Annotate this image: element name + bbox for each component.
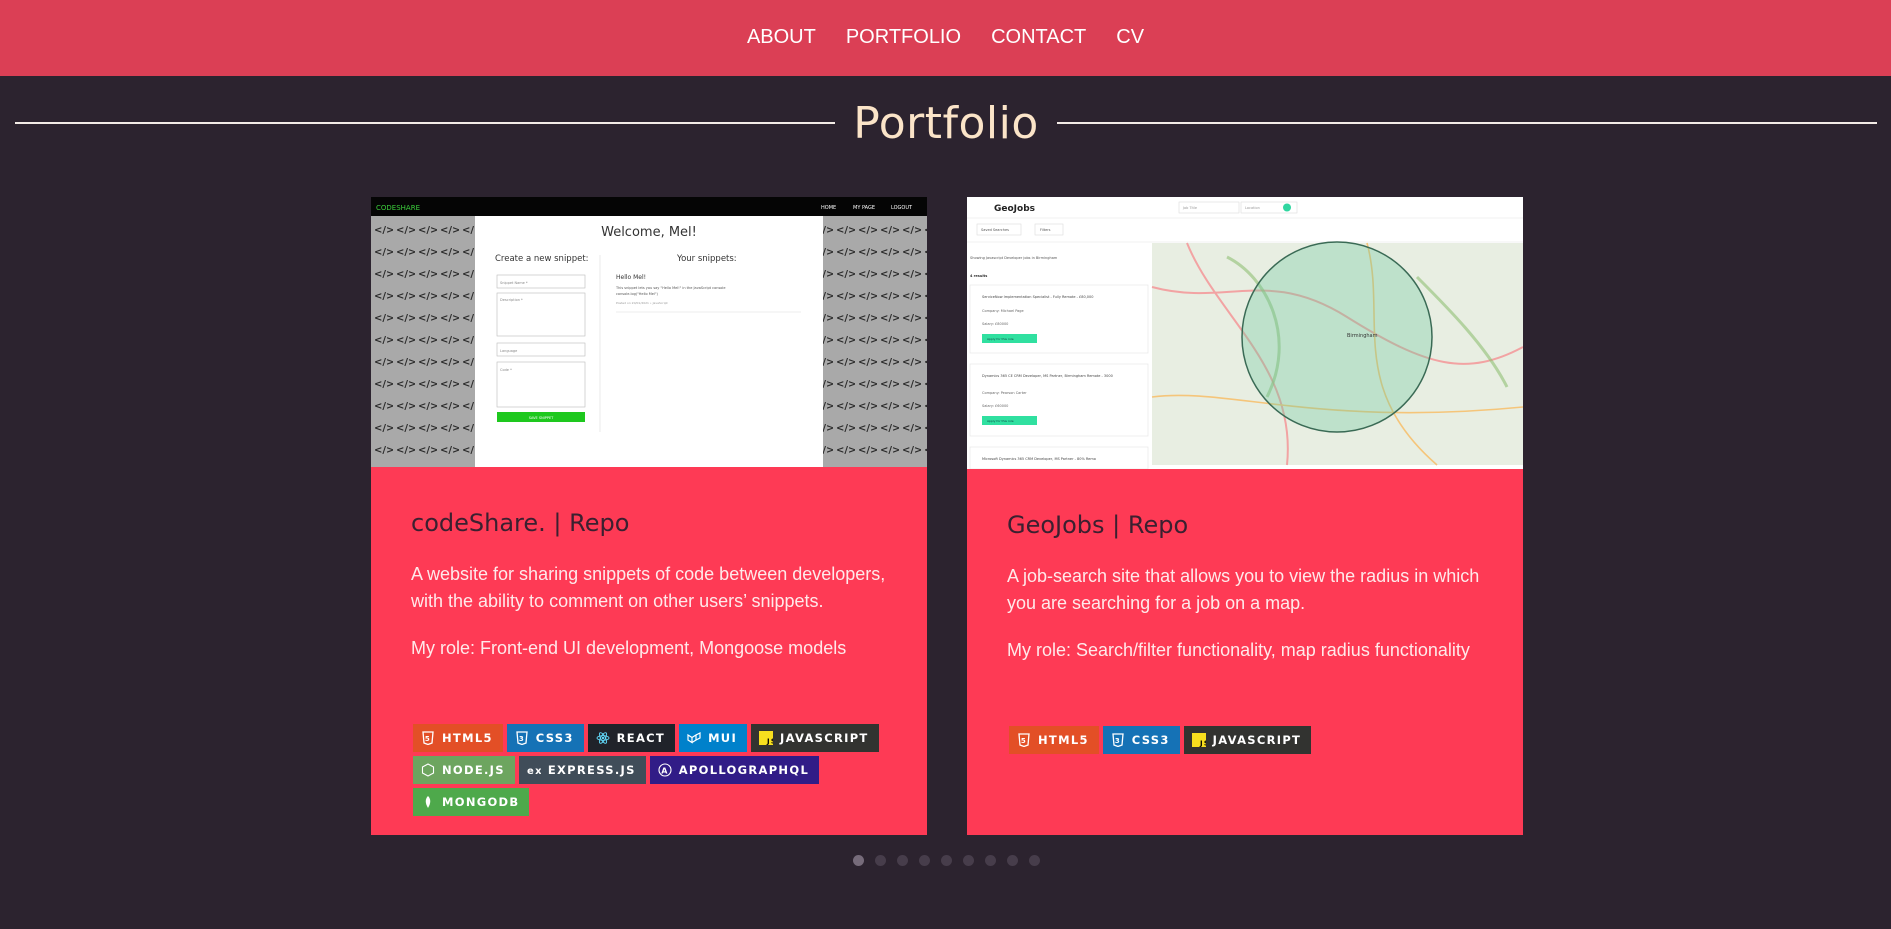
svg-text:Description *: Description * bbox=[500, 298, 523, 302]
project-title[interactable]: codeShare. | Repo bbox=[411, 509, 897, 537]
svg-text:Company: Pearson Carter: Company: Pearson Carter bbox=[982, 391, 1027, 395]
svg-text:Create a new snippet:: Create a new snippet: bbox=[495, 254, 589, 264]
svg-text:Your snippets:: Your snippets: bbox=[676, 254, 737, 264]
carousel-dot-8[interactable] bbox=[1007, 855, 1018, 866]
svg-text:Job Title: Job Title bbox=[1182, 206, 1197, 210]
nav-link-about[interactable]: ABOUT bbox=[747, 26, 816, 49]
svg-text:GeoJobs: GeoJobs bbox=[994, 204, 1035, 214]
nodejs-icon bbox=[421, 763, 435, 777]
badge-css3: 3 CSS3 bbox=[1102, 726, 1180, 754]
svg-text:A: A bbox=[661, 767, 669, 776]
svg-text:Apply for this role: Apply for this role bbox=[987, 419, 1014, 423]
javascript-icon: JS bbox=[1191, 733, 1209, 748]
svg-text:ex: ex bbox=[527, 766, 541, 777]
svg-text:This snippet lets you say "Hel: This snippet lets you say "Hello Mel!" i… bbox=[615, 286, 726, 290]
svg-text:Birmingham: Birmingham bbox=[1347, 333, 1378, 339]
badge-react: REACT bbox=[587, 724, 676, 752]
svg-text:Apply for this role: Apply for this role bbox=[987, 337, 1014, 341]
cs-brand: CODESHARE bbox=[376, 204, 420, 212]
svg-text:Showing Javascript Developer j: Showing Javascript Developer jobs in Bir… bbox=[970, 256, 1058, 260]
project-card-body: codeShare. | Repo A website for sharing … bbox=[411, 509, 897, 662]
project-role: My role: Front-end UI development, Mongo… bbox=[411, 638, 847, 658]
top-navbar: ABOUT PORTFOLIO CONTACT CV bbox=[0, 0, 1891, 76]
carousel-dot-3[interactable] bbox=[897, 855, 908, 866]
svg-text:Filters: Filters bbox=[1040, 228, 1051, 232]
project-title[interactable]: GeoJobs | Repo bbox=[1007, 511, 1493, 539]
carousel-dot-7[interactable] bbox=[985, 855, 996, 866]
svg-text:MY PAGE: MY PAGE bbox=[853, 205, 875, 211]
svg-text:Code *: Code * bbox=[500, 368, 512, 372]
tech-badges: 5 HTML5 3 CSS3 JS JAVASCRIPT bbox=[1009, 726, 1499, 754]
apollo-icon: A bbox=[658, 763, 672, 777]
javascript-icon: JS bbox=[759, 731, 776, 746]
carousel-dot-6[interactable] bbox=[963, 855, 974, 866]
html5-icon: 5 bbox=[421, 731, 435, 746]
project-card-codeshare: </> CODESHARE HOME MY PAGE LOGOUT Welcom… bbox=[371, 197, 927, 835]
svg-text:Salary: £80000: Salary: £80000 bbox=[982, 322, 1008, 326]
nav-link-portfolio[interactable]: PORTFOLIO bbox=[846, 26, 961, 49]
svg-text:3: 3 bbox=[1115, 737, 1121, 745]
project-screenshot-geojobs[interactable]: GeoJobs Job Title Location Saved Searche… bbox=[967, 197, 1523, 469]
carousel-pagination bbox=[853, 855, 1040, 866]
svg-text:Microsoft Dynamics 365 CRM Dev: Microsoft Dynamics 365 CRM Developer, MS… bbox=[982, 457, 1096, 461]
svg-text:ServiceNow Implementation Spec: ServiceNow Implementation Specialist - F… bbox=[982, 295, 1093, 299]
mui-icon bbox=[687, 731, 701, 745]
html5-icon: 5 bbox=[1017, 733, 1031, 748]
badge-html5: 5 HTML5 bbox=[413, 724, 503, 752]
css3-icon: 3 bbox=[1111, 733, 1125, 748]
svg-text:Location: Location bbox=[1245, 206, 1260, 210]
svg-text:Hello Mel!: Hello Mel! bbox=[616, 274, 646, 281]
svg-text:5: 5 bbox=[425, 735, 431, 743]
carousel-dot-5[interactable] bbox=[941, 855, 952, 866]
css3-icon: 3 bbox=[515, 731, 529, 746]
carousel-dot-2[interactable] bbox=[875, 855, 886, 866]
svg-text:Saved Searches: Saved Searches bbox=[981, 228, 1009, 232]
project-screenshot-codeshare[interactable]: </> CODESHARE HOME MY PAGE LOGOUT Welcom… bbox=[371, 197, 927, 467]
badge-html5: 5 HTML5 bbox=[1009, 726, 1099, 754]
badge-mui: MUI bbox=[679, 724, 748, 752]
badge-css3: 3 CSS3 bbox=[506, 724, 584, 752]
project-role: My role: Search/filter functionality, ma… bbox=[1007, 640, 1470, 660]
svg-text:Posted on 20/01/2021 • JavaScr: Posted on 20/01/2021 • JavaScript bbox=[616, 301, 669, 305]
section-heading: Portfolio bbox=[15, 95, 1878, 151]
badge-javascript: JS JAVASCRIPT bbox=[751, 724, 879, 752]
tech-badges: 5 HTML5 3 CSS3 REACT MUI JS JAVASCRIPT N… bbox=[413, 724, 903, 816]
express-icon: ex bbox=[527, 763, 542, 777]
svg-text:JS: JS bbox=[766, 738, 773, 746]
page-title: Portfolio bbox=[853, 97, 1039, 149]
project-description: A website for sharing snippets of code b… bbox=[411, 564, 886, 611]
mongodb-icon bbox=[421, 795, 435, 809]
svg-text:console.log("Hello Mel"): console.log("Hello Mel") bbox=[616, 292, 659, 296]
heading-divider-left bbox=[15, 122, 836, 124]
svg-text:Salary: £60000: Salary: £60000 bbox=[982, 404, 1008, 408]
svg-text:Snippet Name *: Snippet Name * bbox=[500, 281, 528, 285]
svg-text:Language: Language bbox=[500, 349, 517, 353]
svg-text:Dynamics 365 CE CRM Developer,: Dynamics 365 CE CRM Developer, MS Partne… bbox=[982, 374, 1113, 378]
project-description: A job-search site that allows you to vie… bbox=[1007, 566, 1480, 613]
svg-text:3: 3 bbox=[519, 735, 525, 743]
project-card-geojobs: GeoJobs Job Title Location Saved Searche… bbox=[967, 197, 1523, 835]
nav-link-contact[interactable]: CONTACT bbox=[991, 26, 1086, 49]
svg-text:JS: JS bbox=[1199, 740, 1206, 748]
badge-apollographql: A APOLLOGRAPHQL bbox=[649, 756, 820, 784]
svg-text:Company: Michael Page: Company: Michael Page bbox=[982, 309, 1024, 313]
carousel-dot-1[interactable] bbox=[853, 855, 864, 866]
svg-text:Welcome, Mel!: Welcome, Mel! bbox=[601, 225, 697, 240]
carousel-dot-9[interactable] bbox=[1029, 855, 1040, 866]
svg-text:4 results: 4 results bbox=[970, 274, 987, 278]
svg-text:SAVE SNIPPET: SAVE SNIPPET bbox=[529, 416, 554, 420]
heading-divider-right bbox=[1056, 122, 1878, 124]
carousel-dot-4[interactable] bbox=[919, 855, 930, 866]
badge-mongodb: MONGODB bbox=[413, 788, 530, 816]
project-card-body: GeoJobs | Repo A job-search site that al… bbox=[1007, 511, 1493, 664]
nav-link-cv[interactable]: CV bbox=[1116, 26, 1144, 49]
svg-text:5: 5 bbox=[1021, 737, 1027, 745]
react-icon bbox=[596, 731, 610, 745]
svg-text:LOGOUT: LOGOUT bbox=[891, 205, 913, 211]
badge-nodejs: NODE.JS bbox=[413, 756, 515, 784]
badge-javascript: JS JAVASCRIPT bbox=[1183, 726, 1312, 754]
svg-text:HOME: HOME bbox=[821, 205, 836, 211]
badge-expressjs: ex EXPRESS.JS bbox=[518, 756, 646, 784]
